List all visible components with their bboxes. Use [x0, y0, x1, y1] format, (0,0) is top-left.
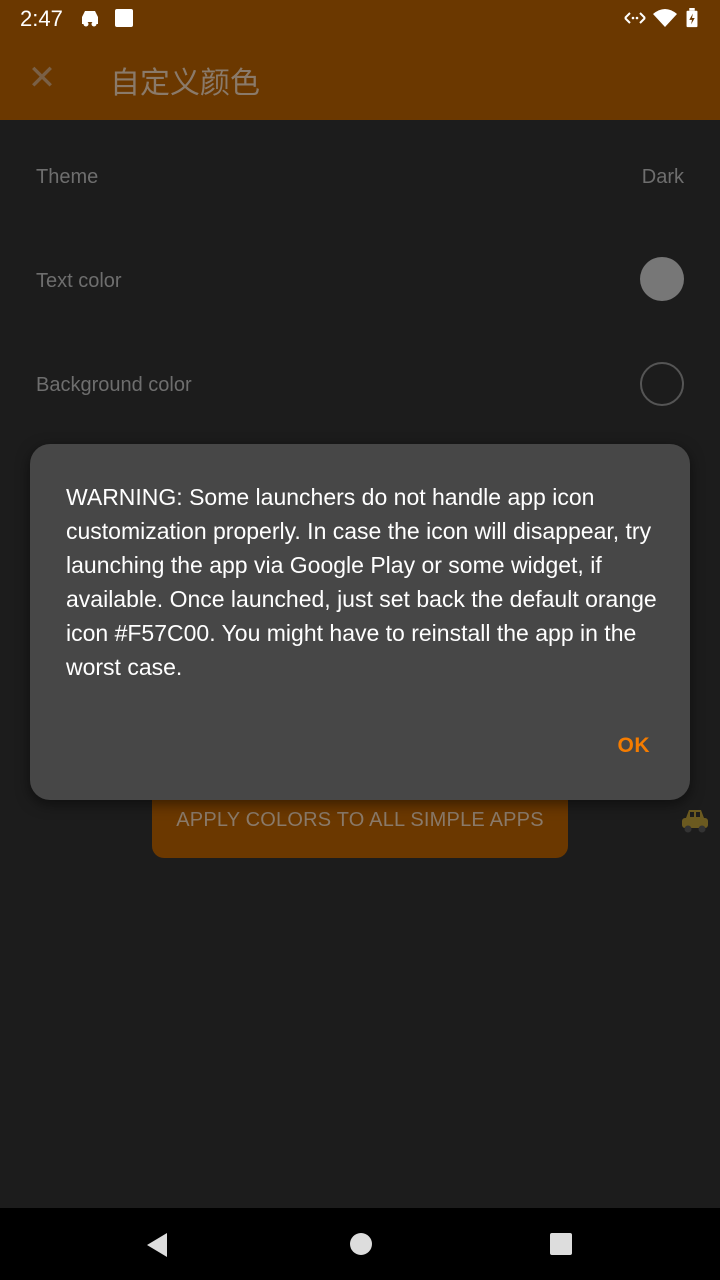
background-color-swatch[interactable] — [640, 362, 684, 406]
battery-icon — [686, 8, 698, 28]
wifi-icon — [653, 9, 677, 27]
dialog-message: WARNING: Some launchers do not handle ap… — [66, 484, 657, 680]
back-icon[interactable] — [145, 1232, 169, 1258]
text-color-label: Text color — [36, 270, 122, 292]
text-color-swatch[interactable] — [640, 257, 684, 301]
square-icon — [115, 9, 133, 27]
theme-value: Dark — [641, 166, 684, 188]
status-bar: 2:47 — [0, 0, 720, 36]
close-icon[interactable]: ✕ — [22, 58, 62, 98]
background-color-row[interactable]: Background color — [0, 332, 720, 436]
data-arrows-icon — [624, 12, 646, 24]
recent-apps-icon[interactable] — [550, 1233, 572, 1255]
car-icon — [82, 11, 98, 27]
theme-row[interactable]: Theme Dark — [0, 126, 720, 230]
text-color-row[interactable]: Text color — [0, 228, 720, 332]
theme-label: Theme — [36, 166, 99, 188]
status-time: 2:47 — [20, 6, 63, 31]
taxi-icon[interactable] — [678, 806, 712, 836]
warning-dialog: WARNING: Some launchers do not handle ap… — [30, 444, 690, 800]
navigation-bar — [0, 1208, 720, 1280]
ok-button[interactable]: OK — [618, 734, 651, 758]
page-title: 自定义颜色 — [110, 67, 260, 100]
home-icon[interactable] — [350, 1233, 372, 1255]
toolbar: ✕ 自定义颜色 — [0, 36, 720, 120]
background-color-label: Background color — [36, 374, 192, 396]
